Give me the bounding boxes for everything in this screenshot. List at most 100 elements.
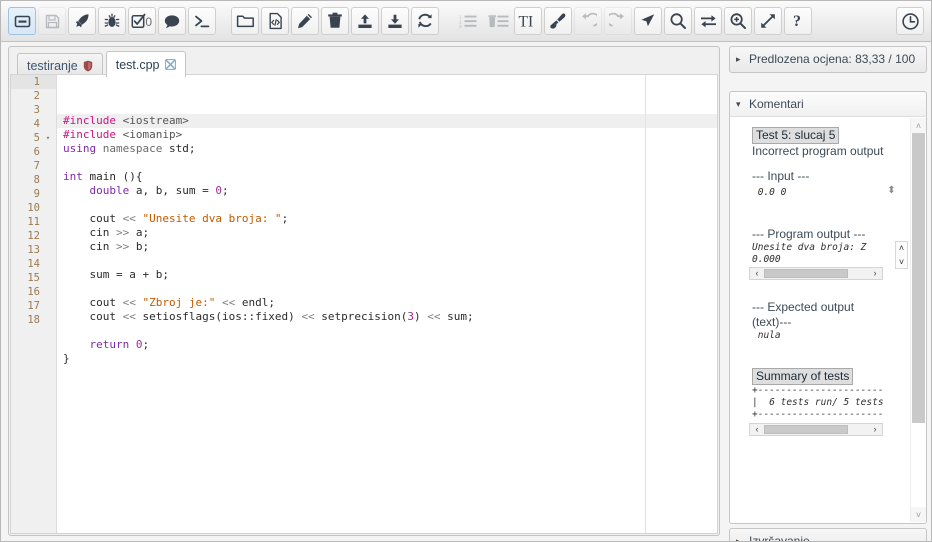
numbered-list-button[interactable]: 123 (454, 7, 482, 35)
code-line[interactable]: cout << "Unesite dva broja: "; (57, 212, 717, 226)
code-line[interactable]: cout << "Zbroj je:" << endl; (57, 296, 717, 310)
swap-button[interactable] (694, 7, 722, 35)
code-line[interactable]: cin >> a; (57, 226, 717, 240)
comments-scroll-thumb[interactable] (912, 133, 925, 423)
scroll-up-icon[interactable]: ˄ (899, 242, 904, 254)
code-line[interactable] (57, 254, 717, 268)
code-token: std; (168, 142, 196, 155)
scroll-right-icon[interactable]: › (868, 266, 882, 281)
code-line[interactable]: int main (){ (57, 170, 717, 184)
program-output-vscrollbar[interactable]: ˄ ˅ (895, 241, 908, 269)
summary-scroll-left-icon[interactable]: ‹ (750, 422, 764, 437)
code-token: <iostream> (122, 114, 189, 127)
code-token: cout (63, 310, 123, 323)
expected-output-value: nula (752, 330, 781, 341)
download-button[interactable] (381, 7, 409, 35)
summary-scroll-right-icon[interactable]: › (868, 422, 882, 437)
summary-hscroll-thumb[interactable] (764, 425, 848, 434)
search-button[interactable] (664, 7, 692, 35)
check-button[interactable]: 0 (128, 7, 156, 35)
code-token: ; (142, 338, 150, 351)
code-line[interactable]: return 0; (57, 338, 717, 352)
comments-scroll-up-button[interactable]: ˄ (911, 118, 926, 133)
upload-button[interactable] (351, 7, 379, 35)
code-token: endl; (235, 296, 275, 309)
code-token: ) (414, 310, 428, 323)
text-format-button[interactable]: TI (514, 7, 542, 35)
brush-button[interactable] (544, 7, 572, 35)
code-editor[interactable]: 1 2 3 4 5 ▾ 6 7 8 9 10 11 12 13 14 15 16 17 18 #include <i… (10, 74, 718, 534)
comments-scroll-track[interactable] (911, 133, 926, 507)
code-line[interactable] (57, 156, 717, 170)
scroll-down-icon[interactable]: ˅ (899, 256, 904, 268)
collapse-button[interactable] (8, 7, 36, 35)
program-output-hscrollbar[interactable]: ‹ › (749, 267, 883, 280)
code-line[interactable]: cin >> b; (57, 240, 717, 254)
code-line[interactable]: sum = a + b; (57, 268, 717, 282)
print-margin-line (645, 75, 646, 533)
delete-button[interactable] (321, 7, 349, 35)
code-token: sum; (440, 310, 474, 323)
code-line[interactable] (57, 282, 717, 296)
input-label: --- Input --- (752, 169, 810, 183)
code-fold-icon[interactable]: ▾ (44, 131, 52, 145)
editor-tabbar: testiranje test.cpp (9, 47, 719, 77)
close-x-icon[interactable] (164, 59, 176, 70)
accordion-izvrsavanje[interactable]: ▸ Izvršavanje (729, 528, 927, 541)
accordion-predlozena-ocjena[interactable]: ▸ Predlozena ocjena: 83,33 / 100 (729, 46, 927, 73)
code-line[interactable]: #include <iostream> (57, 114, 717, 128)
code-line[interactable]: double a, b, sum = 0; (57, 184, 717, 198)
summary-of-tests-chip: Summary of tests (752, 368, 854, 385)
scroll-left-icon[interactable]: ‹ (750, 266, 764, 281)
code-line[interactable]: } (57, 352, 717, 366)
comments-scroll-down-button[interactable]: ˅ (911, 507, 926, 522)
redo-button[interactable] (604, 7, 632, 35)
hscroll-thumb[interactable] (764, 269, 848, 278)
tab-test-cpp[interactable]: test.cpp (105, 51, 186, 77)
line-number: 8 (33, 174, 40, 186)
terminal-button[interactable] (188, 7, 216, 35)
code-token: << (122, 296, 136, 309)
code-line[interactable]: using namespace std; (57, 142, 717, 156)
summary-border-bottom: +---------------------- (752, 409, 884, 420)
zoom-in-button[interactable] (724, 7, 752, 35)
fullscreen-button[interactable] (754, 7, 782, 35)
summary-hscrollbar[interactable]: ‹ › (749, 423, 883, 436)
help-button[interactable]: ? (784, 7, 812, 35)
input-value: 0.0 0 (752, 187, 787, 198)
comment-button[interactable] (158, 7, 186, 35)
code-line[interactable] (57, 324, 717, 338)
refresh-button[interactable] (411, 7, 439, 35)
new-file-button[interactable] (261, 7, 289, 35)
main-toolbar: 0 1 2 3 TI ? (1, 1, 931, 42)
code-token: 0 (135, 338, 143, 351)
shield-icon (83, 60, 93, 72)
history-clock-button[interactable] (896, 7, 924, 35)
code-token: << (221, 296, 236, 309)
test-status-text: Incorrect program output (752, 144, 884, 158)
undo-button[interactable] (574, 7, 602, 35)
comments-vscrollbar[interactable]: ˄ ˅ (910, 118, 926, 522)
code-content[interactable]: #include <iostream> #include <iomanip> usi… (57, 75, 717, 533)
code-token: #include (63, 128, 116, 141)
code-line[interactable] (57, 198, 717, 212)
code-line[interactable]: #include <iomanip> (57, 128, 717, 142)
save-button[interactable] (38, 7, 66, 35)
rename-button[interactable] (291, 7, 319, 35)
accordion-komentari[interactable]: ▾ Komentari (729, 91, 927, 117)
run-button[interactable] (68, 7, 96, 35)
input-resize-icon[interactable]: ⬍ (885, 183, 898, 198)
line-number: 7 (33, 160, 40, 172)
code-line[interactable]: cout << setiosflags(ios::fixed) << setpr… (57, 310, 717, 324)
delete-list-button[interactable] (484, 7, 512, 35)
pointer-button[interactable] (634, 7, 662, 35)
new-folder-button[interactable] (231, 7, 259, 35)
code-token: >> (115, 226, 130, 239)
debug-button[interactable] (98, 7, 126, 35)
